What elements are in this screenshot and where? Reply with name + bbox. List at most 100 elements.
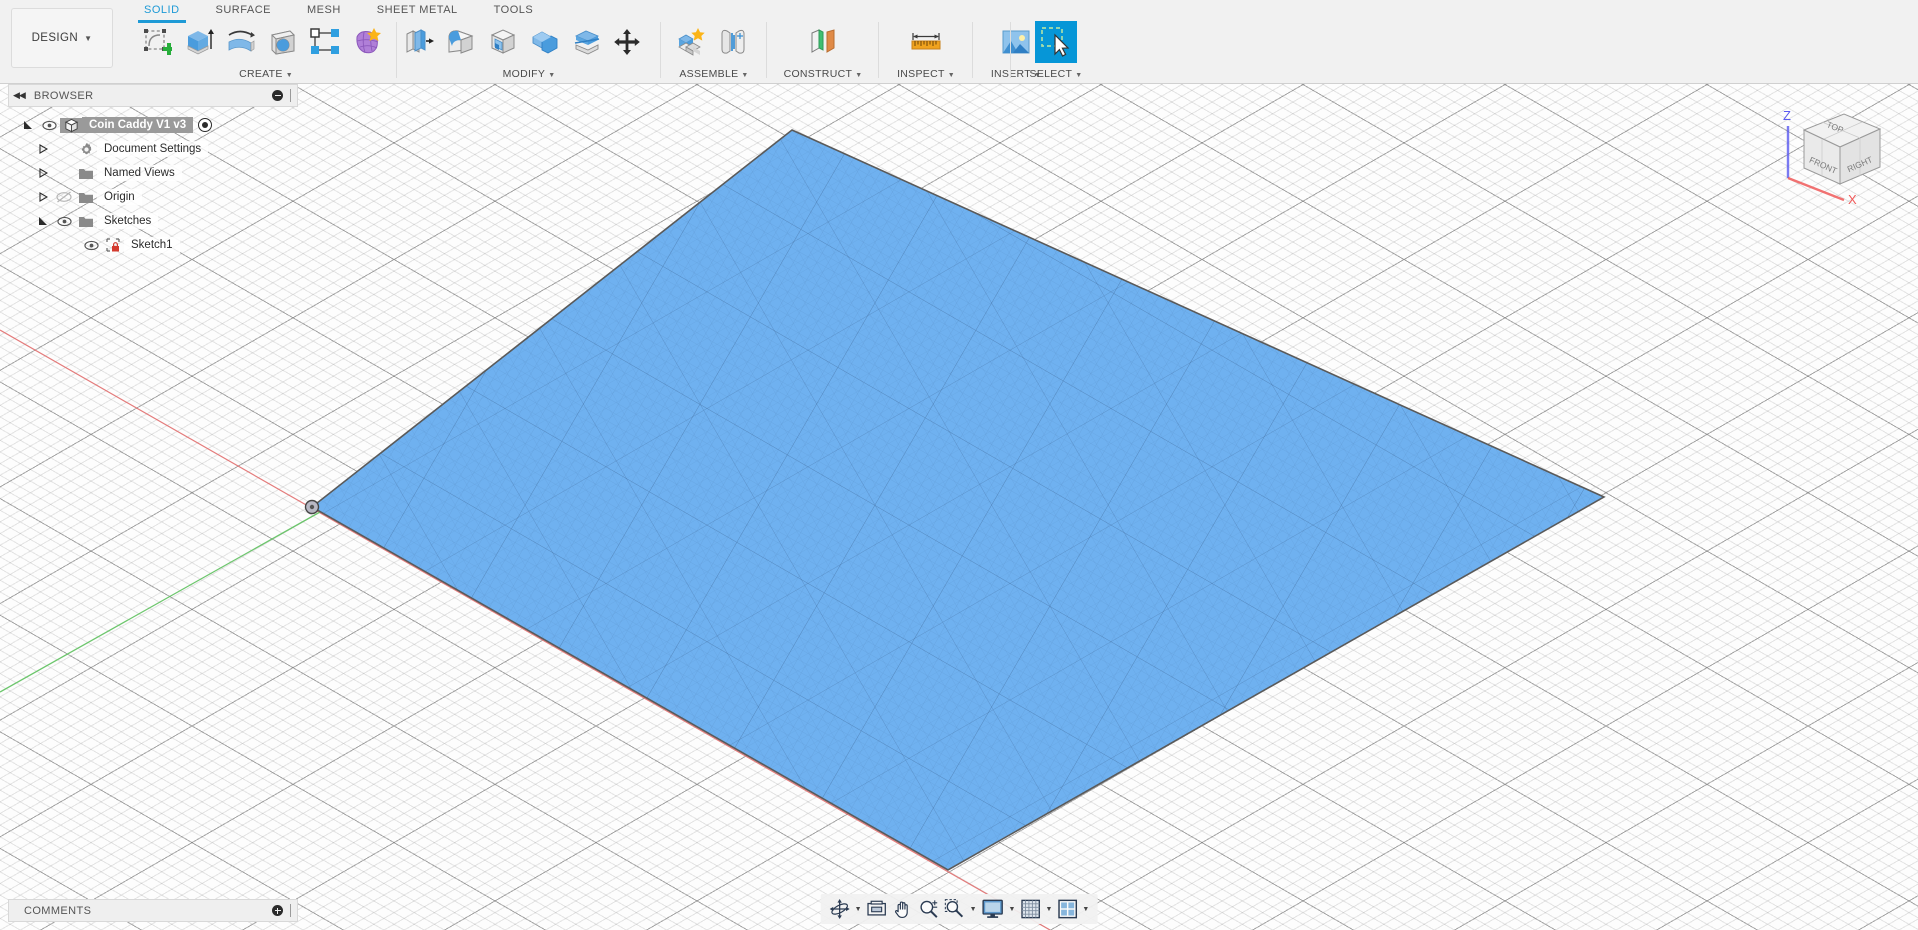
workspace-switcher-label: DESIGN (31, 32, 79, 44)
zoom-icon[interactable] (916, 896, 942, 922)
ribbon-group-construct: CONSTRUCT ▼ (768, 20, 878, 84)
pan-hand-icon[interactable] (890, 896, 916, 922)
tab-sheet-metal[interactable]: SHEET METAL (359, 0, 476, 20)
tree-node-document-settings[interactable]: Document Settings (8, 137, 298, 161)
chevron-down-icon[interactable]: ▼ (1009, 906, 1016, 913)
viewport-layout-icon[interactable] (1054, 896, 1080, 922)
chevron-down-icon: ▼ (548, 72, 556, 79)
ribbon-group-assemble-label: ASSEMBLE ▼ (679, 68, 749, 80)
browser-header[interactable]: ◀◀ BROWSER (8, 84, 298, 107)
grid-snaps-icon[interactable] (1017, 896, 1043, 922)
press-pull-icon[interactable] (398, 21, 440, 63)
offset-plane-icon[interactable] (802, 21, 844, 63)
chevron-down-icon[interactable]: ▼ (1082, 906, 1089, 913)
chevron-down-icon: ▼ (947, 72, 955, 79)
tree-node-coin-caddy[interactable]: Coin Caddy V1 v3 (8, 113, 298, 137)
ribbon-group-construct-label: CONSTRUCT ▼ (783, 68, 863, 80)
group-divider (766, 22, 767, 78)
comments-title: COMMENTS (24, 904, 92, 917)
visibility-eye-icon[interactable] (80, 240, 102, 251)
visibility-eye-icon[interactable] (38, 120, 60, 131)
ribbon-group-create-label: CREATE ▼ (239, 68, 293, 80)
ribbon-group-select-label: SELECT ▼ (1029, 68, 1083, 80)
combine-icon[interactable] (524, 21, 566, 63)
ribbon-group-inspect-label: INSPECT ▼ (897, 68, 955, 80)
tree-node-label: Named Views (97, 165, 182, 181)
viewcube-axis-z-label: Z (1783, 108, 1791, 123)
expander-collapsed-icon[interactable] (33, 144, 53, 154)
tab-surface-label: SURFACE (215, 4, 271, 16)
tab-tools-label: TOOLS (493, 4, 534, 16)
group-divider (878, 22, 879, 78)
new-component-icon[interactable] (670, 21, 712, 63)
view-cube[interactable]: Z X TOP FRONT RIGHT (1766, 96, 1896, 207)
tab-solid-label: SOLID (144, 4, 180, 16)
chevron-down-icon: ▼ (855, 72, 863, 79)
tree-node-origin[interactable]: Origin (8, 185, 298, 209)
fillet-icon[interactable] (440, 21, 482, 63)
measure-icon[interactable] (905, 21, 947, 63)
tab-mesh-label: MESH (306, 4, 341, 16)
folder-icon (75, 215, 97, 228)
group-divider (396, 22, 397, 78)
chevron-down-icon[interactable]: ▼ (1045, 906, 1052, 913)
chevron-down-icon[interactable]: ▼ (855, 906, 862, 913)
visibility-eye-icon[interactable] (53, 216, 75, 227)
tab-surface[interactable]: SURFACE (198, 0, 289, 20)
orbit-icon[interactable] (827, 896, 853, 922)
minus-circle-icon[interactable] (272, 90, 283, 101)
plus-circle-icon[interactable] (272, 905, 283, 916)
ribbon-group-select: SELECT ▼ (1012, 20, 1100, 84)
ribbon-tabs: SOLID SURFACE MESH SHEET METAL TOOLS (126, 0, 552, 23)
workspace-switcher-button[interactable]: DESIGN ▼ (11, 8, 113, 68)
chevron-down-icon: ▼ (741, 72, 749, 79)
sweep-icon[interactable] (262, 21, 304, 63)
tree-node-label: Coin Caddy V1 v3 (82, 117, 194, 133)
tree-node-sketch1[interactable]: Sketch1 (8, 233, 298, 257)
tree-node-sketches[interactable]: Sketches (8, 209, 298, 233)
split-body-icon[interactable] (566, 21, 608, 63)
revolve-icon[interactable] (220, 21, 262, 63)
browser-panel: ◀◀ BROWSER Coin Caddy V1 v3 Document Set… (8, 84, 298, 257)
ribbon-group-create: CREATE ▼ (136, 20, 396, 84)
viewcube-axis-x-label: X (1848, 192, 1857, 206)
shell-icon[interactable] (482, 21, 524, 63)
ribbon-group-inspect: INSPECT ▼ (880, 20, 972, 84)
tab-mesh[interactable]: MESH (289, 0, 359, 20)
expander-expanded-icon[interactable] (18, 120, 38, 130)
ribbon-toolbar: DESIGN ▼ SOLID SURFACE MESH SHEET METAL … (0, 0, 1918, 84)
chevron-down-icon: ▼ (285, 72, 293, 79)
browser-title: BROWSER (33, 89, 94, 102)
expander-collapsed-icon[interactable] (33, 192, 53, 202)
display-settings-icon[interactable] (979, 896, 1007, 922)
tab-tools[interactable]: TOOLS (476, 0, 552, 20)
fit-icon[interactable] (942, 896, 968, 922)
move-copy-icon[interactable] (608, 21, 650, 63)
select-arrow-icon[interactable] (1035, 21, 1077, 63)
activate-component-radio[interactable] (198, 118, 213, 132)
joint-icon[interactable] (712, 21, 754, 63)
panel-resize-gripper[interactable] (290, 89, 291, 102)
double-left-arrows-icon[interactable]: ◀◀ (13, 90, 26, 101)
comments-panel[interactable]: COMMENTS (8, 899, 298, 922)
expander-expanded-icon[interactable] (33, 216, 53, 226)
rectangular-pattern-icon[interactable] (304, 21, 346, 63)
tree-node-label: Sketch1 (124, 237, 180, 253)
panel-resize-gripper[interactable] (290, 904, 291, 917)
expander-collapsed-icon[interactable] (33, 168, 53, 178)
browser-tree: Coin Caddy V1 v3 Document Settings Named… (8, 107, 298, 257)
tab-solid[interactable]: SOLID (126, 0, 198, 23)
chevron-down-icon: ▼ (1075, 72, 1083, 79)
create-form-icon[interactable] (346, 21, 388, 63)
tree-node-label: Sketches (97, 213, 159, 229)
visibility-eye-hidden-icon[interactable] (53, 191, 75, 203)
chevron-down-icon[interactable]: ▼ (970, 906, 977, 913)
tree-node-named-views[interactable]: Named Views (8, 161, 298, 185)
look-at-icon[interactable] (864, 896, 890, 922)
extrude-icon[interactable] (178, 21, 220, 63)
tree-node-label: Document Settings (97, 141, 209, 157)
ribbon-group-modify-label: MODIFY ▼ (502, 68, 556, 80)
navigation-bar: ▼ ▼ ▼ ▼ ▼ (820, 894, 1098, 924)
folder-icon (75, 167, 97, 180)
create-sketch-icon[interactable] (136, 21, 178, 63)
